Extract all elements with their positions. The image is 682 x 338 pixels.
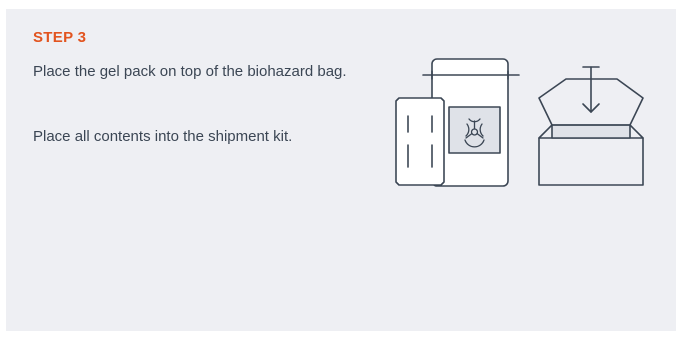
instruction-card: STEP 3 Place the gel pack on top of the … — [6, 9, 676, 331]
step-label: STEP 3 — [33, 29, 87, 46]
instruction-text-gel-pack: Place the gel pack on top of the biohaza… — [33, 63, 347, 80]
down-arrow-icon — [582, 66, 600, 113]
gel-pack-icon — [395, 97, 445, 186]
packing-illustration — [389, 57, 651, 193]
instruction-text-contents: Place all contents into the shipment kit… — [33, 128, 293, 145]
